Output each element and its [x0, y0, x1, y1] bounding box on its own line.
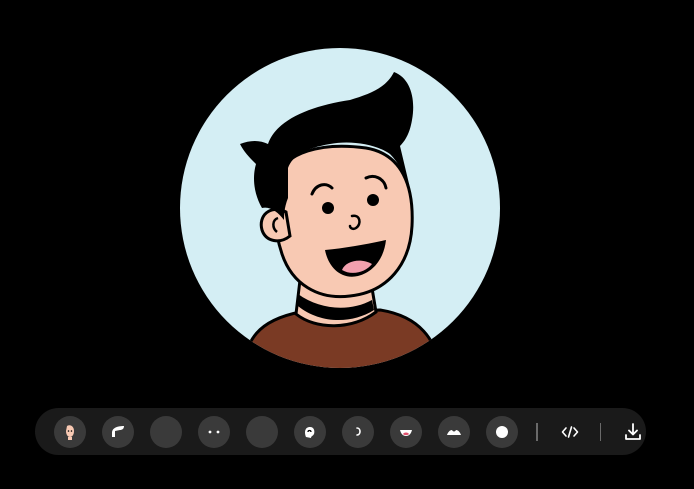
- avatar-ear: [259, 207, 292, 243]
- mouth-icon: [400, 429, 412, 436]
- shirt-icon: [447, 429, 461, 435]
- avatar-right-eye: [367, 194, 379, 206]
- toolbar-divider: [536, 422, 538, 441]
- avatar-left-eye: [322, 202, 334, 214]
- eyes-icon: [208, 430, 220, 433]
- toolbar: [35, 408, 646, 455]
- hair-button[interactable]: [102, 415, 134, 448]
- hat-icon: [157, 423, 175, 441]
- eyes-button[interactable]: [198, 415, 230, 448]
- code-button[interactable]: [556, 418, 584, 446]
- ear-button[interactable]: [294, 415, 326, 448]
- toolbar-divider: [599, 422, 601, 441]
- circle-icon: [496, 425, 508, 438]
- hair-icon: [112, 425, 124, 437]
- nose-button[interactable]: [342, 415, 374, 448]
- face-button[interactable]: [54, 415, 86, 448]
- code-icon: [561, 425, 578, 438]
- glasses-icon: [253, 423, 271, 441]
- mouth-button[interactable]: [390, 415, 422, 448]
- avatar-maker: [0, 0, 694, 489]
- face-icon: [66, 424, 74, 440]
- avatar-preview: [180, 48, 500, 368]
- download-button[interactable]: [619, 418, 647, 446]
- shirt-button[interactable]: [438, 415, 470, 448]
- download-icon: [625, 422, 641, 440]
- background-button[interactable]: [486, 415, 518, 448]
- ear-icon: [305, 426, 315, 438]
- glasses-button[interactable]: [246, 415, 278, 448]
- nose-icon: [356, 426, 361, 436]
- hat-button[interactable]: [150, 415, 182, 448]
